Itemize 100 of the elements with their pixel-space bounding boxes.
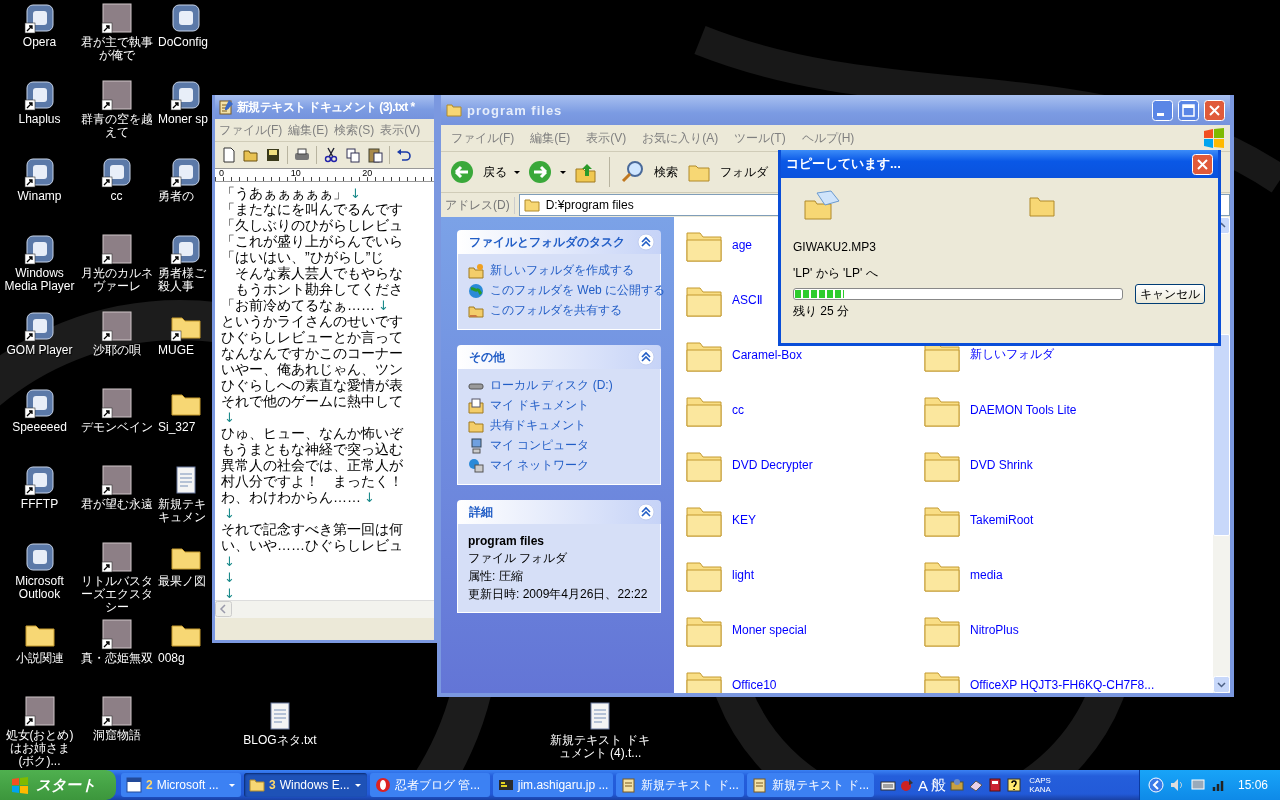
desktop-icon-label[interactable]: 真・恋姫無双 bbox=[79, 652, 154, 665]
open-folder-icon[interactable] bbox=[243, 147, 259, 163]
scroll-down-button[interactable] bbox=[1213, 676, 1230, 693]
desktop-icon-label[interactable]: Moner sp bbox=[158, 113, 212, 126]
app-icon[interactable] bbox=[170, 156, 202, 188]
folder-name[interactable]: DAEMON Tools Lite bbox=[970, 402, 1077, 417]
desktop-icon-label[interactable]: 君が主で執事が俺で bbox=[79, 36, 154, 62]
new-file-icon[interactable] bbox=[221, 147, 237, 163]
desktop-icon-label[interactable]: BLOGネタ.txt bbox=[230, 734, 330, 747]
toolbox-icon[interactable] bbox=[949, 777, 966, 793]
image-icon[interactable] bbox=[100, 387, 133, 419]
desktop-icon-label[interactable]: Speeeeed bbox=[2, 421, 77, 434]
app-icon[interactable] bbox=[23, 2, 56, 34]
folder-name[interactable]: TakemiRoot bbox=[970, 512, 1034, 527]
desktop-icon-label[interactable]: 洞窟物語 bbox=[79, 729, 154, 742]
folder-name[interactable]: Caramel-Box bbox=[732, 347, 803, 362]
undo-icon[interactable] bbox=[396, 147, 412, 163]
collapse-button[interactable] bbox=[637, 348, 655, 366]
desktop-icon-label[interactable]: 新規テキスト ドキュメント (4).t... bbox=[550, 734, 650, 760]
desktop-icon-label[interactable]: Si_327 bbox=[158, 421, 212, 434]
folder-name[interactable]: age bbox=[732, 237, 753, 252]
desktop-icon-label[interactable]: リトルバスターズエクスタシー bbox=[79, 575, 154, 614]
back-button[interactable]: 戻る bbox=[481, 160, 509, 184]
desktop-icon-label[interactable]: 最果ノ図 bbox=[158, 575, 212, 588]
panel-header[interactable]: ファイルとフォルダのタスク bbox=[457, 230, 661, 254]
copy-icon[interactable] bbox=[345, 147, 361, 163]
cancel-button[interactable]: キャンセル bbox=[1135, 284, 1205, 304]
desktop-icon-label[interactable]: Opera bbox=[2, 36, 77, 49]
printer-icon[interactable] bbox=[294, 147, 310, 163]
desktop-icon-label[interactable]: 沙耶の唄 bbox=[79, 344, 154, 357]
taskbar-button[interactable]: 忍者ブログ 管... bbox=[369, 773, 490, 797]
desktop-icon-label[interactable]: 勇者様ご殺人事 bbox=[158, 267, 212, 293]
image-icon[interactable] bbox=[100, 2, 133, 34]
task-link[interactable]: 共有ドキュメント bbox=[490, 417, 586, 434]
desktop-icon-label[interactable]: 008g bbox=[158, 652, 212, 665]
task-link[interactable]: ローカル ディスク (D:) bbox=[490, 377, 613, 394]
image-icon[interactable] bbox=[100, 310, 133, 342]
image-icon[interactable] bbox=[100, 541, 133, 573]
folder-name[interactable]: NitroPlus bbox=[970, 622, 1019, 637]
taskbar-button[interactable]: 3 Windows E... bbox=[244, 773, 367, 797]
app-icon[interactable] bbox=[170, 79, 202, 111]
desktop-icon-label[interactable]: Winamp bbox=[2, 190, 77, 203]
taskbar-button[interactable]: jim.ashigaru.jp ... bbox=[492, 773, 614, 797]
desktop-icon-label[interactable]: cc bbox=[79, 190, 154, 203]
folder-name[interactable]: DVD Shrink bbox=[970, 457, 1033, 472]
desktop-icon-label[interactable]: Microsoft Outlook bbox=[2, 575, 77, 601]
image-icon[interactable] bbox=[100, 464, 133, 496]
help-icon[interactable] bbox=[1006, 777, 1023, 793]
search-icon[interactable] bbox=[621, 160, 645, 184]
app-icon[interactable] bbox=[23, 156, 56, 188]
forward-button[interactable] bbox=[528, 160, 552, 184]
folder-name[interactable]: media bbox=[970, 567, 1003, 582]
desktop-icon-label[interactable]: 勇者の bbox=[158, 190, 212, 203]
desktop-icon-label[interactable]: 新規テキキュメン bbox=[158, 498, 212, 524]
collapse-button[interactable] bbox=[637, 503, 655, 521]
collapse-button[interactable] bbox=[637, 233, 655, 251]
app-icon[interactable] bbox=[170, 233, 202, 265]
ime-mode[interactable]: A bbox=[918, 776, 929, 794]
folder-name[interactable]: DVD Decrypter bbox=[732, 457, 813, 472]
folder-name[interactable]: OfficeXP HQJT3-FH6KQ-CH7F8... bbox=[970, 677, 1155, 692]
scrollbar-thumb[interactable] bbox=[1213, 334, 1230, 536]
desktop-icon-label[interactable]: デモンベイン bbox=[79, 421, 154, 434]
cut-icon[interactable] bbox=[323, 147, 339, 163]
image-icon[interactable] bbox=[23, 695, 56, 727]
desktop-icon-label[interactable]: MUGE bbox=[158, 344, 212, 357]
desktop-icon-label[interactable]: 群青の空を越えて bbox=[79, 113, 154, 139]
image-icon[interactable] bbox=[100, 233, 133, 265]
close-button[interactable] bbox=[1192, 153, 1213, 175]
desktop-icon-label[interactable]: 処女(おとめ)はお姉さま(ボク)... bbox=[2, 729, 77, 768]
search-button[interactable]: 検索 bbox=[652, 160, 680, 184]
taskbar-button[interactable]: 2 Microsoft ... bbox=[121, 773, 241, 797]
taskbar-button[interactable]: 新規テキスト ド... bbox=[746, 773, 875, 797]
caret-icon[interactable] bbox=[559, 168, 567, 176]
app-icon[interactable] bbox=[23, 387, 56, 419]
desktop-icon-label[interactable]: DoConfig bbox=[158, 36, 212, 49]
image-icon[interactable] bbox=[100, 618, 133, 650]
book-icon[interactable] bbox=[987, 777, 1004, 793]
folder-name[interactable]: Moner special bbox=[732, 622, 807, 637]
text-area[interactable] bbox=[215, 182, 434, 600]
folder-name[interactable]: Office10 bbox=[732, 677, 777, 692]
task-link[interactable]: このフォルダを共有する bbox=[490, 302, 622, 319]
app-icon[interactable] bbox=[23, 79, 56, 111]
panel-header[interactable]: その他 bbox=[457, 345, 661, 369]
image-icon[interactable] bbox=[100, 79, 133, 111]
desktop-icon-label[interactable]: 君が望む永遠 bbox=[79, 498, 154, 511]
taskbar-button[interactable]: 新規テキスト ド... bbox=[616, 773, 744, 797]
app-icon[interactable] bbox=[23, 541, 56, 573]
caret-icon[interactable] bbox=[513, 168, 521, 176]
task-link[interactable]: このフォルダを Web に公開する bbox=[490, 282, 666, 299]
task-link[interactable]: マイ コンピュータ bbox=[490, 437, 590, 454]
task-link[interactable]: 新しいフォルダを作成する bbox=[490, 262, 634, 279]
folder-name[interactable]: light bbox=[732, 567, 754, 582]
task-link[interactable]: マイ ネットワーク bbox=[490, 457, 590, 474]
panel-header[interactable]: 詳細 bbox=[457, 500, 661, 524]
paste-icon[interactable] bbox=[367, 147, 383, 163]
expand-tray-icon[interactable] bbox=[1147, 777, 1164, 793]
folder-name[interactable]: cc bbox=[732, 402, 744, 417]
app-icon[interactable] bbox=[23, 310, 56, 342]
desktop-icon-label[interactable]: Windows Media Player bbox=[2, 267, 77, 293]
desktop-icon-label[interactable]: 小説関連 bbox=[2, 652, 77, 665]
